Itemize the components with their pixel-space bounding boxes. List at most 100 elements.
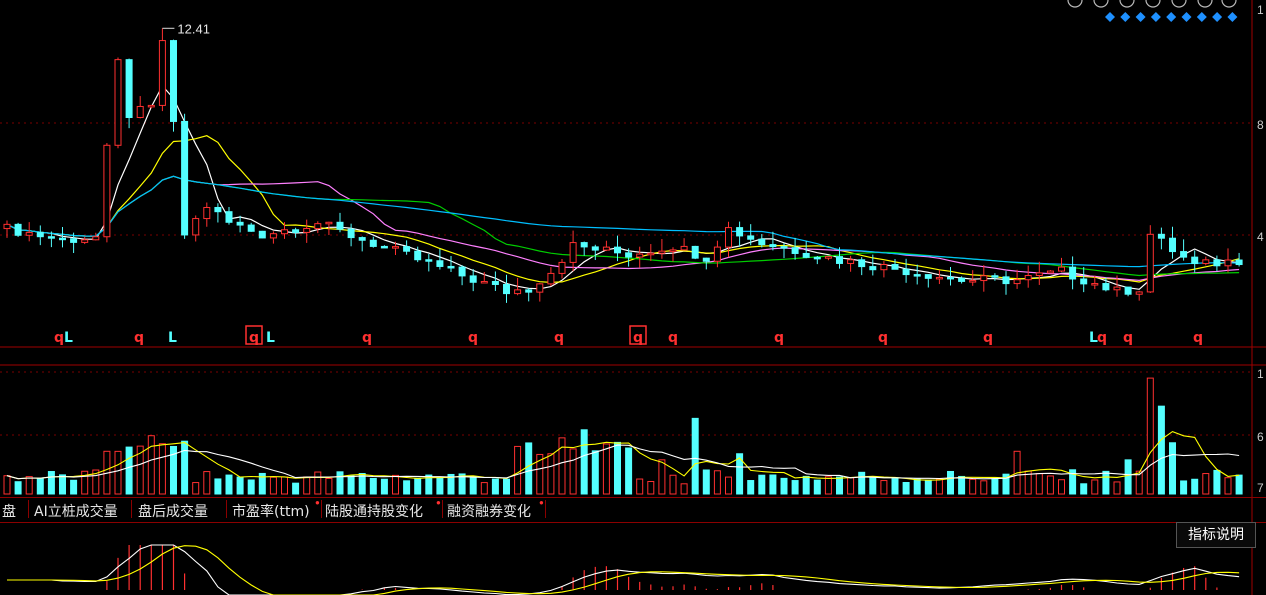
signal-marker: q — [54, 330, 64, 346]
volume-bar — [769, 474, 777, 495]
tab-5[interactable]: 融资融券变化 — [447, 501, 531, 521]
settings-icon[interactable] — [1067, 0, 1083, 8]
candle-body — [702, 257, 710, 262]
volume-bar — [969, 478, 977, 495]
zoom-out-icon[interactable] — [1221, 0, 1237, 8]
hand-icon[interactable] — [1093, 0, 1109, 8]
volume-bar — [158, 443, 166, 495]
diamond-icon — [1181, 12, 1192, 22]
candle-body — [125, 59, 133, 118]
candle-body — [480, 280, 488, 284]
back-icon-shape — [1145, 0, 1161, 8]
candle-body — [980, 275, 988, 282]
volume-bar — [70, 479, 78, 495]
play-icon[interactable] — [1119, 0, 1135, 8]
ma30-line — [6, 175, 1240, 277]
candle-body — [1224, 259, 1232, 267]
volume-axis-tick: 7 — [1257, 481, 1264, 495]
tab-separator — [321, 500, 322, 518]
volume-bar — [1213, 469, 1221, 495]
candle-body — [1013, 279, 1021, 285]
volume-bar — [281, 476, 288, 495]
candle-body — [836, 256, 843, 264]
back-icon[interactable] — [1145, 0, 1161, 8]
candle-body — [1235, 259, 1243, 266]
volume-bar — [1091, 479, 1099, 495]
candle-body — [336, 221, 344, 230]
candle-body — [880, 264, 888, 271]
candle-body — [92, 236, 100, 241]
candle-body — [1169, 237, 1176, 253]
volume-bar — [935, 478, 943, 495]
candle-body — [380, 245, 388, 249]
signal-marker: q — [878, 330, 888, 346]
signal-marker: L — [168, 330, 177, 346]
ma5-line — [6, 84, 1240, 290]
volume-bar — [314, 471, 322, 495]
candle-body — [625, 252, 633, 258]
candle-body — [935, 276, 943, 280]
volume-bar — [25, 476, 33, 495]
signal-marker: q — [633, 330, 643, 346]
signal-marker: q — [249, 330, 259, 346]
candle-body — [791, 247, 799, 254]
volume-bar — [1124, 459, 1132, 495]
tab-new-dot: ● — [315, 498, 320, 507]
diamond-icon — [1227, 12, 1238, 22]
candle-body — [269, 233, 277, 239]
candle-body — [514, 289, 522, 295]
zoom-in-icon-shape — [1197, 0, 1213, 8]
candle-body — [469, 275, 477, 283]
tab-2[interactable]: 盘后成交量 — [138, 501, 208, 521]
window-icon-shape — [1171, 0, 1187, 8]
candle-body — [1202, 259, 1210, 265]
zoom-in-icon[interactable] — [1197, 0, 1213, 8]
candle-body — [403, 246, 411, 252]
candle-body — [25, 232, 33, 236]
candle-body — [1135, 291, 1143, 295]
candle-body — [303, 228, 311, 233]
volume-bar — [813, 479, 821, 495]
candle-body — [1180, 251, 1188, 258]
volume-bar — [1169, 442, 1176, 495]
tab-3[interactable]: 市盈率(ttm) — [232, 501, 310, 521]
candle-body — [902, 268, 910, 276]
volume-bar — [380, 478, 388, 495]
signal-marker: q — [554, 330, 564, 346]
price-axis-tick: 4 — [1257, 230, 1264, 244]
volume-bar — [403, 480, 411, 495]
volume-ma5-line — [6, 430, 1240, 481]
price-axis-tick: 8 — [1257, 118, 1264, 132]
tab-1[interactable]: AI立桩成交量 — [34, 501, 118, 521]
candle-body — [580, 242, 588, 248]
volume-bar — [414, 477, 422, 495]
volume-bar — [436, 477, 444, 495]
volume-bar — [3, 475, 11, 495]
volume-bar — [347, 475, 355, 495]
candle-body — [1035, 272, 1043, 276]
volume-bar — [1113, 481, 1121, 495]
ma10-line — [6, 135, 1240, 284]
candle-body — [891, 264, 899, 270]
indicator-help-button[interactable]: 指标说明 — [1176, 522, 1256, 548]
candle-body — [136, 105, 144, 118]
candle-body — [558, 261, 566, 274]
tab-separator — [442, 500, 443, 518]
candle-body — [281, 229, 288, 235]
signal-marker: q — [1123, 330, 1133, 346]
candle-body — [170, 40, 177, 122]
diamond-icon — [1150, 12, 1161, 22]
window-icon[interactable] — [1171, 0, 1187, 8]
candle-body — [414, 250, 422, 261]
candle-body — [991, 275, 999, 278]
volume-bar — [1202, 473, 1210, 495]
tab-0[interactable]: 盘 — [2, 501, 16, 521]
zoom-out-icon-shape — [1221, 0, 1237, 8]
volume-bar — [392, 474, 399, 495]
candle-body — [802, 252, 810, 258]
volume-bar — [1035, 473, 1043, 495]
candle-body — [847, 259, 855, 264]
tab-new-dot: ● — [436, 498, 441, 507]
tab-4[interactable]: 陆股通持股变化 — [325, 501, 423, 521]
volume-bar — [913, 478, 921, 495]
